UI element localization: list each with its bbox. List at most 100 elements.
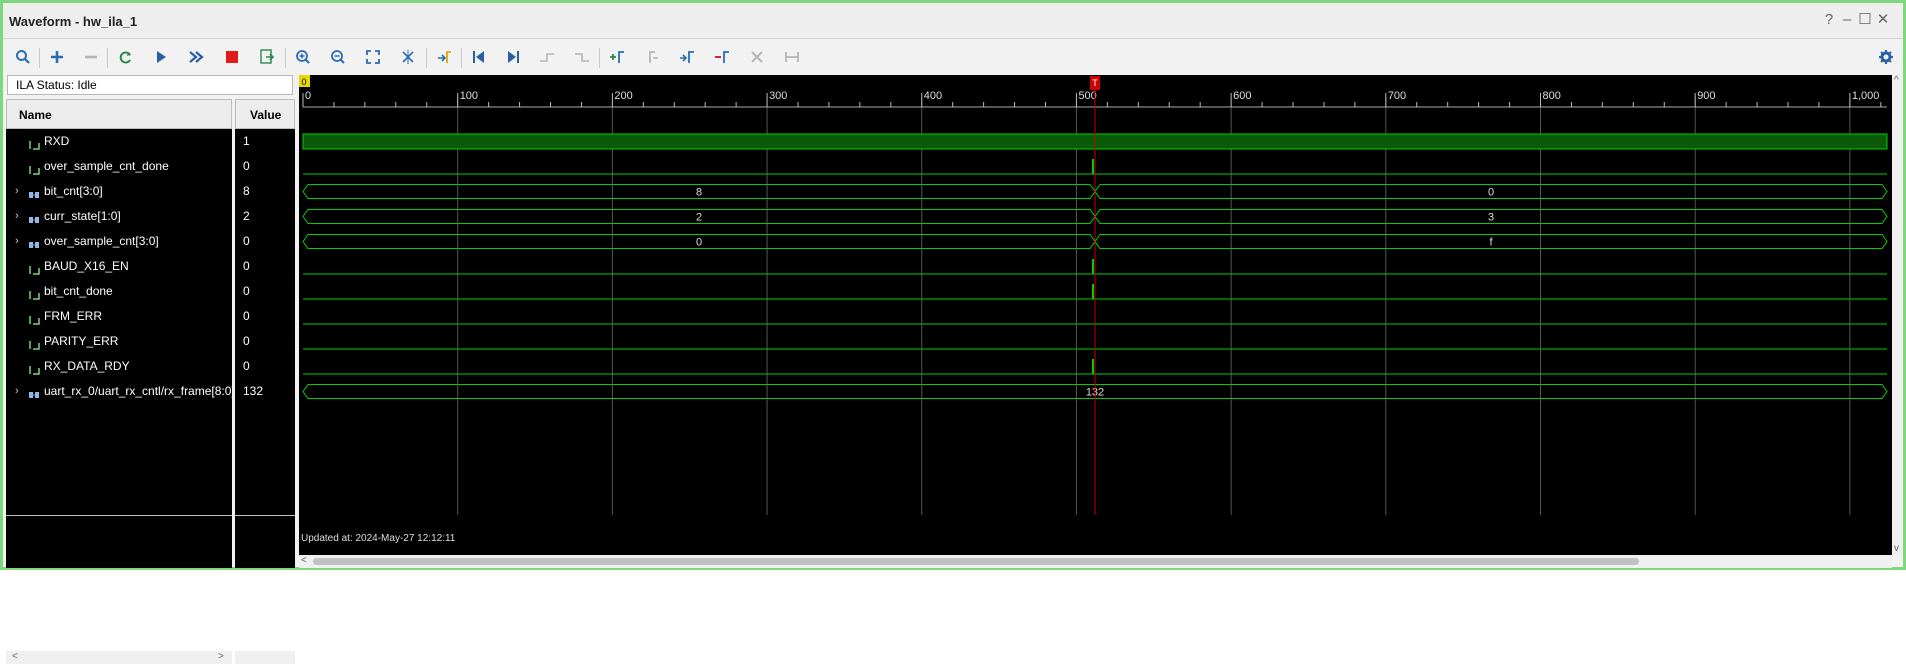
signal-row[interactable]: › bit_cnt[3:0] <box>6 179 232 204</box>
bit-signal-icon <box>28 285 40 304</box>
minimize-button[interactable]: – <box>1839 12 1855 28</box>
refresh-icon[interactable] <box>113 44 139 70</box>
ruler-label: 0 <box>305 90 311 102</box>
value-column-header[interactable]: Value <box>235 99 295 129</box>
gear-icon[interactable] <box>1873 44 1899 70</box>
values-hscroll[interactable] <box>235 651 295 664</box>
value-row: 8 <box>235 179 295 204</box>
signal-value: 0 <box>243 234 250 248</box>
zoom-out-icon[interactable] <box>325 44 351 70</box>
ruler-label: 500 <box>1078 90 1096 102</box>
expand-chevron-icon[interactable]: › <box>15 229 19 254</box>
value-row: 0 <box>235 229 295 254</box>
prev-transition-icon[interactable] <box>534 44 560 70</box>
signal-name: RX_DATA_RDY <box>44 359 130 373</box>
add-marker-icon[interactable] <box>604 44 630 70</box>
zoom-fit-icon[interactable] <box>360 44 386 70</box>
waveform-area[interactable]: 0 100 200 300 400 500 600 700 800 900 1,000 0 8 0 2 3 0 f… <box>299 75 1892 555</box>
prev-marker-icon[interactable] <box>639 44 665 70</box>
signal-row[interactable]: bit_cnt_done <box>6 279 232 304</box>
signal-row[interactable]: › uart_rx_0/uart_rx_cntl/rx_frame[8:0] <box>6 379 232 404</box>
origin-marker-label: 0 <box>302 77 307 87</box>
bus-value-label: 3 <box>1488 212 1494 224</box>
value-row: 0 <box>235 329 295 354</box>
signal-name: RXD <box>44 134 70 148</box>
value-row: 0 <box>235 304 295 329</box>
bus-value-label: 8 <box>696 187 702 199</box>
delete-icon[interactable] <box>744 44 770 70</box>
goto-marker-icon[interactable] <box>431 44 457 70</box>
expand-chevron-icon[interactable]: › <box>15 379 19 404</box>
signal-row[interactable]: BAUD_X16_EN <box>6 254 232 279</box>
names-panel: Name RXD over_sample_cnt_done › bit_cnt[3:0… <box>6 99 232 664</box>
expand-chevron-icon[interactable]: › <box>15 179 19 204</box>
signal-row[interactable]: RX_DATA_RDY <box>6 354 232 379</box>
signal-name: bit_cnt[3:0] <box>44 184 103 198</box>
bit-signal-icon <box>28 360 40 379</box>
signal-row[interactable]: PARITY_ERR <box>6 329 232 354</box>
group-icon[interactable] <box>779 44 805 70</box>
scroll-left-icon[interactable]: < <box>12 651 18 662</box>
scroll-left-icon[interactable]: < <box>301 555 307 566</box>
waveform-hscroll[interactable]: < <box>299 555 1892 568</box>
signal-row[interactable]: over_sample_cnt_done <box>6 154 232 179</box>
signal-name: BAUD_X16_EN <box>44 259 129 273</box>
value-row: 2 <box>235 204 295 229</box>
signal-value: 2 <box>243 209 250 223</box>
value-row: 0 <box>235 254 295 279</box>
stop-icon[interactable] <box>219 44 245 70</box>
values-panel: Value 1 0 8 2 0 0 0 0 0 0 132 <box>235 99 295 664</box>
add-icon[interactable] <box>44 44 70 70</box>
name-column-header[interactable]: Name <box>6 99 232 129</box>
help-button[interactable]: ? <box>1821 12 1837 28</box>
search-icon[interactable] <box>10 44 36 70</box>
signal-name: curr_state[1:0] <box>44 209 121 223</box>
hscroll-thumb[interactable] <box>313 558 1639 565</box>
signal-value: 0 <box>243 359 250 373</box>
vertical-scrollbar[interactable]: ^ v <box>1892 75 1903 555</box>
ruler-label: 400 <box>924 90 942 102</box>
signal-value: 0 <box>243 159 250 173</box>
cursor-icon[interactable] <box>395 44 421 70</box>
close-button[interactable]: ✕ <box>1875 12 1891 28</box>
waveform-canvas[interactable]: 0 100 200 300 400 500 600 700 800 900 1,000 0 8 0 2 3 0 f… <box>299 75 1892 555</box>
next-transition-icon[interactable] <box>569 44 595 70</box>
run-immediate-icon[interactable] <box>183 44 209 70</box>
signal-value: 0 <box>243 259 250 273</box>
scroll-down-icon[interactable]: v <box>1894 543 1899 554</box>
goto-last-icon[interactable] <box>500 44 526 70</box>
bit-signal-icon <box>28 135 40 154</box>
value-row: 132 <box>235 379 295 404</box>
remove-icon[interactable] <box>78 44 104 70</box>
zoom-in-icon[interactable] <box>290 44 316 70</box>
run-trigger-icon[interactable] <box>148 44 174 70</box>
value-row: 0 <box>235 279 295 304</box>
expand-chevron-icon[interactable]: › <box>15 204 19 229</box>
trigger-marker-label: T <box>1092 78 1098 88</box>
ruler-label: 200 <box>614 90 632 102</box>
scroll-up-icon[interactable]: ^ <box>1894 75 1899 86</box>
signal-value: 132 <box>243 384 264 398</box>
swap-cursor-icon[interactable] <box>709 44 735 70</box>
signal-row[interactable]: RXD <box>6 129 232 154</box>
export-icon[interactable] <box>254 44 280 70</box>
bus-signal-icon <box>28 185 40 204</box>
signal-row[interactable]: FRM_ERR <box>6 304 232 329</box>
maximize-button[interactable]: ☐ <box>1857 12 1873 28</box>
scroll-right-icon[interactable]: > <box>218 651 224 662</box>
next-marker-icon[interactable] <box>674 44 700 70</box>
ruler-label: 300 <box>769 90 787 102</box>
goto-first-icon[interactable] <box>466 44 492 70</box>
signal-row[interactable]: › curr_state[1:0] <box>6 204 232 229</box>
bus-value-label: 2 <box>696 212 702 224</box>
ruler-label: 600 <box>1233 90 1251 102</box>
waveform-window: Waveform - hw_ila_1 ? – ☐ ✕ ILA Status: … <box>0 0 1906 664</box>
names-hscroll[interactable]: < > <box>6 651 232 664</box>
signal-value: 1 <box>243 134 250 148</box>
ila-status: ILA Status: Idle <box>7 75 293 95</box>
signal-value: 8 <box>243 184 250 198</box>
ruler-label: 900 <box>1697 90 1715 102</box>
bus-value-label: f <box>1489 237 1493 249</box>
signal-row[interactable]: › over_sample_cnt[3:0] <box>6 229 232 254</box>
signal-value: 0 <box>243 284 250 298</box>
